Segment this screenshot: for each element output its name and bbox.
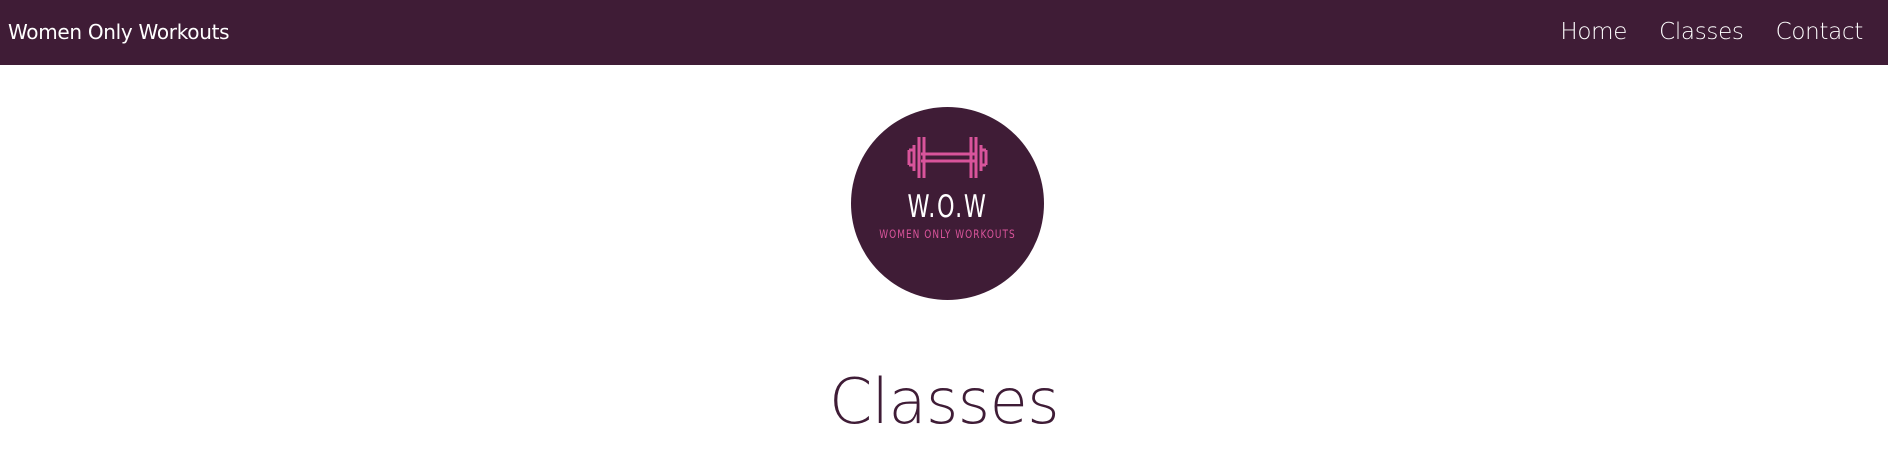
logo-title: W.O.W bbox=[907, 189, 988, 225]
logo-subtitle: WOMEN ONLY WORKOUTS bbox=[879, 227, 1016, 241]
nav-link-classes[interactable]: Classes bbox=[1659, 19, 1744, 45]
nav-links: Home Classes Contact bbox=[1560, 19, 1863, 45]
nav-link-contact[interactable]: Contact bbox=[1776, 19, 1864, 45]
nav-link-home[interactable]: Home bbox=[1560, 19, 1627, 45]
top-navbar: Women Only Workouts Home Classes Contact bbox=[0, 0, 1888, 65]
brand-link[interactable]: Women Only Workouts bbox=[8, 20, 230, 44]
wow-logo: W.O.W WOMEN ONLY WORKOUTS bbox=[851, 107, 1044, 300]
page-title: Classes bbox=[828, 365, 1060, 438]
